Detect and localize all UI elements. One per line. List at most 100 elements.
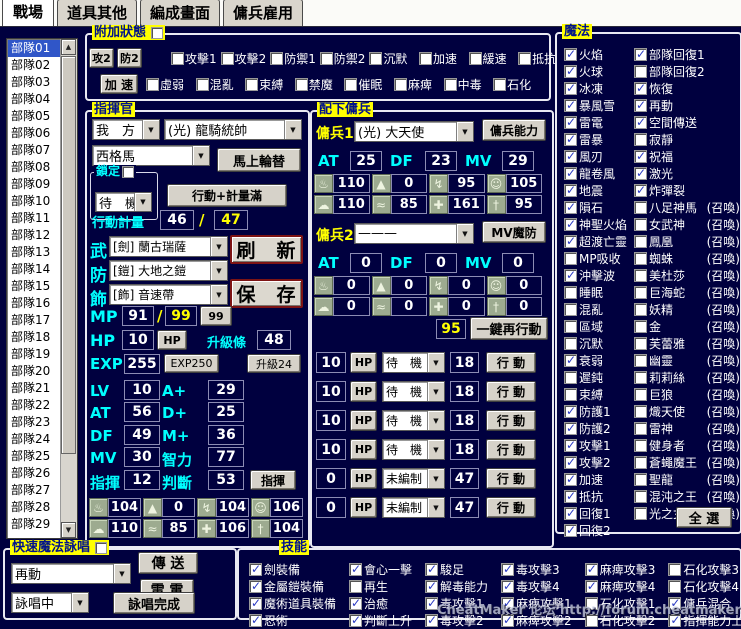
skill-checkbox[interactable]: 石化攻擊3 [668,561,741,578]
merc-ability-button[interactable]: 傭兵能力 [482,119,546,141]
magic-checkbox[interactable]: 冰凍 [564,80,634,97]
magic-checkbox[interactable]: 巨海蛇 (召喚) [634,284,740,301]
send-button[interactable]: 傳 送 [138,552,198,574]
magic-checkbox[interactable]: 回復1 [564,505,634,522]
swap-button[interactable]: 馬上輪替 [217,148,301,172]
magic-checkbox[interactable]: 防護1 [564,403,634,420]
element-value[interactable]: 0 [506,297,543,316]
magic-checkbox[interactable]: 恢復 [634,80,740,97]
stat-value[interactable]: 56 [124,402,160,422]
magic-checkbox[interactable]: 美杜莎 (召喚) [634,267,740,284]
unit-list-item[interactable]: 部隊15 [8,278,60,295]
unit-state-select[interactable]: 未編制▼ [382,497,445,518]
commander-class-select[interactable]: (光) 龍騎統帥▼ [164,119,302,140]
status-checkbox[interactable]: 石化 [493,76,543,93]
merc1-df-value[interactable]: 23 [425,151,457,171]
stat-value[interactable]: 77 [208,447,244,467]
unit-hp-button[interactable]: HP [350,352,377,373]
equip-select[interactable]: [鎧] 大地之鎧▼ [109,260,228,281]
mv-magic-def-button[interactable]: MV魔防 [482,221,546,243]
element-value[interactable]: 0 [391,297,428,316]
magic-checkbox[interactable]: 防護2 [564,420,634,437]
merc1-select[interactable]: (光) 大天使▼ [354,121,474,142]
magic-checkbox[interactable]: 地震 [564,182,634,199]
element-value[interactable]: 104 [216,498,249,517]
unit-hp-value[interactable]: 10 [316,352,346,373]
tab[interactable]: 編成畫面 [140,0,220,26]
unit-list-item[interactable]: 部隊20 [8,363,60,380]
stat-value[interactable]: 36 [208,425,244,445]
unit-act-button[interactable]: 行 動 [486,468,536,489]
unit-list-item[interactable]: 部隊16 [8,295,60,312]
unit-hp-value[interactable]: 0 [316,468,346,489]
status-checkbox[interactable]: 沉默 [369,50,419,67]
element-value[interactable]: 110 [333,195,370,214]
command-button[interactable]: 指揮 [250,470,296,490]
element-value[interactable]: 104 [108,498,141,517]
magic-checkbox[interactable]: 蜘蛛 (召喚) [634,250,740,267]
magic-checkbox[interactable]: 部隊回復2 [634,63,740,80]
magic-checkbox[interactable]: 莉莉絲 (召喚) [634,369,740,386]
element-value[interactable]: 0 [391,174,428,193]
magic-checkbox[interactable]: 芙蕾雅 (召喚) [634,335,740,352]
unit-gauge-value[interactable]: 18 [450,439,479,460]
unit-act-button[interactable]: 行 動 [486,410,536,431]
status-checkbox[interactable]: 攻擊1 [171,50,221,67]
magic-checkbox[interactable]: 隕石 [564,199,634,216]
unit-hp-button[interactable]: HP [350,410,377,431]
lock-checkbox[interactable] [122,166,134,178]
def2-button[interactable]: 防2 [117,48,142,68]
scrollbar-thumb[interactable] [61,56,76,454]
stat-value[interactable]: 12 [124,470,160,490]
unit-act-button[interactable]: 行 動 [486,352,536,373]
unit-hp-value[interactable]: 0 [316,497,346,518]
element-value[interactable]: 110 [333,174,370,193]
quick-cast-spell-select[interactable]: 再動▼ [11,563,131,584]
unit-list-item[interactable]: 部隊10 [8,193,60,210]
unit-list-item[interactable]: 部隊07 [8,142,60,159]
magic-checkbox[interactable]: 攻擊1 [564,437,634,454]
element-value[interactable]: 0 [448,276,485,295]
magic-checkbox[interactable]: 妖精 (召喚) [634,301,740,318]
magic-checkbox[interactable]: 幽靈 (召喚) [634,352,740,369]
magic-checkbox[interactable]: 區域 [564,318,634,335]
unit-list-item[interactable]: 部隊21 [8,380,60,397]
unit-hp-button[interactable]: HP [350,439,377,460]
stat-value[interactable]: 49 [124,425,160,445]
unit-state-select[interactable]: 待 機▼ [382,410,445,431]
stat-value[interactable]: 29 [208,380,244,400]
skill-checkbox[interactable]: 再生 [349,578,412,595]
commander-state-select[interactable]: 待 機▼ [95,192,152,212]
magic-checkbox[interactable]: 睡眠 [564,284,634,301]
unit-gauge-value[interactable]: 18 [450,381,479,402]
element-value[interactable]: 110 [108,519,141,538]
unit-list-item[interactable]: 部隊04 [8,91,60,108]
unit-act-button[interactable]: 行 動 [486,381,536,402]
unit-list-item[interactable]: 部隊12 [8,227,60,244]
unit-list-item[interactable]: 部隊17 [8,312,60,329]
unit-act-button[interactable]: 行 動 [486,439,536,460]
skill-checkbox[interactable]: 魔術道具裝備 [249,595,336,612]
unit-list-item[interactable]: 部隊22 [8,397,60,414]
unit-list-item[interactable]: 部隊26 [8,465,60,482]
unit-list-item[interactable]: 部隊27 [8,482,60,499]
unit-list-item[interactable]: 部隊05 [8,108,60,125]
unit-list-item[interactable]: 部隊25 [8,448,60,465]
unit-list-item[interactable]: 部隊06 [8,125,60,142]
magic-checkbox[interactable]: 雷暴 [564,131,634,148]
unit-hp-button[interactable]: HP [350,497,377,518]
magic-checkbox[interactable]: 祝福 [634,148,740,165]
merc2-at-value[interactable]: 0 [350,253,382,273]
stat-value[interactable]: 10 [124,380,160,400]
scroll-up-icon[interactable]: ▲ [61,39,76,55]
equip-select[interactable]: [劍] 蘭古瑞薩▼ [109,236,228,257]
unit-hp-value[interactable]: 10 [316,439,346,460]
tab[interactable]: 戰場 [2,0,54,26]
magic-checkbox[interactable]: 鳳凰 (召喚) [634,233,740,250]
magic-checkbox[interactable]: 再動 [634,97,740,114]
refresh-button[interactable]: 刷 新 [230,235,303,264]
unit-list-item[interactable]: 部隊19 [8,346,60,363]
magic-checkbox[interactable]: 健身者 (召喚) [634,437,740,454]
magic-checkbox[interactable]: 回復2 [564,522,634,539]
element-value[interactable]: 95 [506,195,543,214]
